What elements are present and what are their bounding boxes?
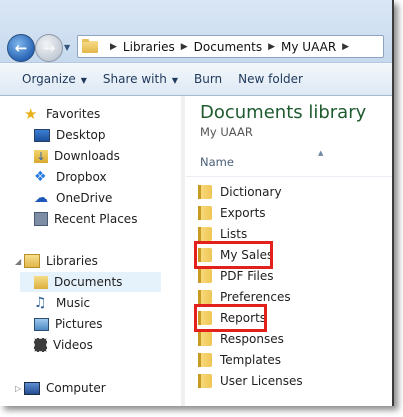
nav-item-pictures[interactable]: Pictures	[0, 314, 181, 334]
libraries-icon	[24, 254, 40, 268]
nav-item-dropbox[interactable]: ❖ Dropbox	[0, 167, 181, 187]
nav-libraries-label: Libraries	[46, 254, 98, 268]
downloads-folder-icon: ↓	[34, 149, 48, 163]
folder-icon	[198, 185, 212, 199]
chevron-right-icon[interactable]: ▶	[110, 42, 117, 52]
file-name: Preferences	[220, 290, 291, 304]
arrow-right-icon: →	[42, 39, 56, 57]
file-name: User Licenses	[220, 374, 303, 388]
sort-ascending-icon: ▲	[318, 149, 324, 157]
film-icon	[34, 338, 47, 352]
new-folder-button[interactable]: New folder	[230, 72, 311, 86]
list-item[interactable]: User Licenses	[198, 371, 303, 391]
nav-label: Music	[56, 296, 91, 310]
nav-item-recent-places[interactable]: Recent Places	[0, 209, 181, 229]
column-header-name[interactable]: Name	[200, 155, 234, 169]
file-name: Responses	[220, 332, 284, 346]
navigation-pane: ★ Favorites Desktop ↓ Downloads ❖ Dropbo…	[0, 96, 182, 406]
music-icon: ♫	[34, 295, 47, 311]
forward-button[interactable]: →	[35, 34, 63, 62]
nav-pane-splitter[interactable]	[181, 96, 185, 406]
nav-computer-label: Computer	[46, 381, 106, 395]
expand-triangle-icon[interactable]: ◢	[15, 257, 21, 266]
folder-icon	[198, 332, 212, 346]
file-name: PDF Files	[220, 269, 274, 283]
nav-libraries[interactable]: ◢ Libraries	[0, 251, 181, 271]
chevron-right-icon[interactable]: ▶	[181, 42, 188, 52]
nav-label: OneDrive	[56, 191, 113, 205]
nav-label: Downloads	[54, 149, 120, 163]
library-subtitle: My UAAR	[200, 125, 253, 139]
address-box[interactable]: ▶ Libraries ▶ Documents ▶ My UAAR ▶	[77, 35, 384, 58]
desktop-icon	[34, 128, 50, 142]
list-item[interactable]: Dictionary	[198, 182, 282, 202]
list-item[interactable]: Templates	[198, 350, 281, 370]
nav-label: Documents	[54, 275, 123, 289]
nav-item-music[interactable]: ♫ Music	[0, 293, 181, 313]
nav-item-onedrive[interactable]: ☁ OneDrive	[0, 188, 181, 208]
nav-item-documents[interactable]: Documents	[20, 272, 161, 292]
nav-item-downloads[interactable]: ↓ Downloads	[0, 146, 181, 166]
file-name: Dictionary	[220, 185, 282, 199]
organize-label: Organize	[22, 72, 76, 86]
folder-icon	[198, 206, 212, 220]
highlight-box-my-sales	[194, 241, 273, 269]
header-divider	[186, 176, 392, 177]
star-icon: ★	[24, 105, 38, 123]
nav-label: Dropbox	[56, 170, 107, 184]
list-item[interactable]: Exports	[198, 203, 266, 223]
highlight-box-reports	[194, 304, 267, 332]
content-pane: Documents library My UAAR ▲ Name Diction…	[186, 96, 392, 406]
list-item[interactable]: PDF Files	[198, 266, 274, 286]
organize-button[interactable]: Organize ▼	[0, 72, 95, 86]
breadcrumb-my-uaar[interactable]: My UAAR	[281, 40, 336, 54]
folder-icon	[198, 353, 212, 367]
cloud-icon: ☁	[34, 190, 48, 206]
expand-triangle-icon[interactable]: ▷	[15, 384, 21, 393]
chevron-right-icon[interactable]: ▶	[268, 42, 275, 52]
nav-label: Recent Places	[54, 212, 138, 226]
address-bar-area: ← → ▼ ▶ Libraries ▶ Documents ▶ My UAAR …	[0, 0, 394, 62]
command-bar: Organize ▼ Share with ▼ Burn New folder	[0, 62, 394, 96]
recent-pages-dropdown-icon[interactable]: ▼	[64, 43, 70, 52]
share-with-label: Share with	[102, 72, 167, 86]
folder-icon	[198, 269, 212, 283]
file-name: Lists	[220, 227, 248, 241]
computer-icon	[24, 381, 40, 395]
nav-item-desktop[interactable]: Desktop	[0, 125, 181, 145]
explorer-window: ← → ▼ ▶ Libraries ▶ Documents ▶ My UAAR …	[0, 0, 394, 406]
breadcrumb-documents[interactable]: Documents	[194, 40, 262, 54]
file-name: Templates	[220, 353, 282, 367]
folder-icon	[198, 290, 212, 304]
caret-down-icon: ▼	[171, 76, 178, 85]
burn-button[interactable]: Burn	[186, 72, 230, 86]
file-name: Exports	[220, 206, 266, 220]
dropbox-icon: ❖	[34, 169, 47, 185]
folder-icon	[198, 227, 212, 241]
nav-favorites[interactable]: ★ Favorites	[0, 104, 181, 124]
nav-computer[interactable]: ▷ Computer	[0, 378, 181, 398]
pictures-icon	[34, 317, 49, 331]
library-title: Documents library	[200, 102, 367, 123]
nav-label: Pictures	[55, 317, 103, 331]
arrow-left-icon: ←	[14, 39, 28, 57]
documents-icon	[34, 275, 48, 289]
recent-places-icon	[34, 212, 48, 226]
nav-favorites-label: Favorites	[46, 107, 101, 121]
nav-item-videos[interactable]: Videos	[0, 335, 181, 355]
chevron-right-icon[interactable]: ▶	[342, 42, 349, 52]
list-item[interactable]: Responses	[198, 329, 284, 349]
nav-label: Desktop	[56, 128, 106, 142]
share-with-button[interactable]: Share with ▼	[95, 72, 186, 86]
caret-down-icon: ▼	[80, 76, 87, 85]
folder-icon	[198, 374, 212, 388]
nav-label: Videos	[53, 338, 93, 352]
back-button[interactable]: ←	[7, 34, 35, 62]
folder-icon	[82, 38, 98, 53]
breadcrumb-libraries[interactable]: Libraries	[123, 40, 175, 54]
